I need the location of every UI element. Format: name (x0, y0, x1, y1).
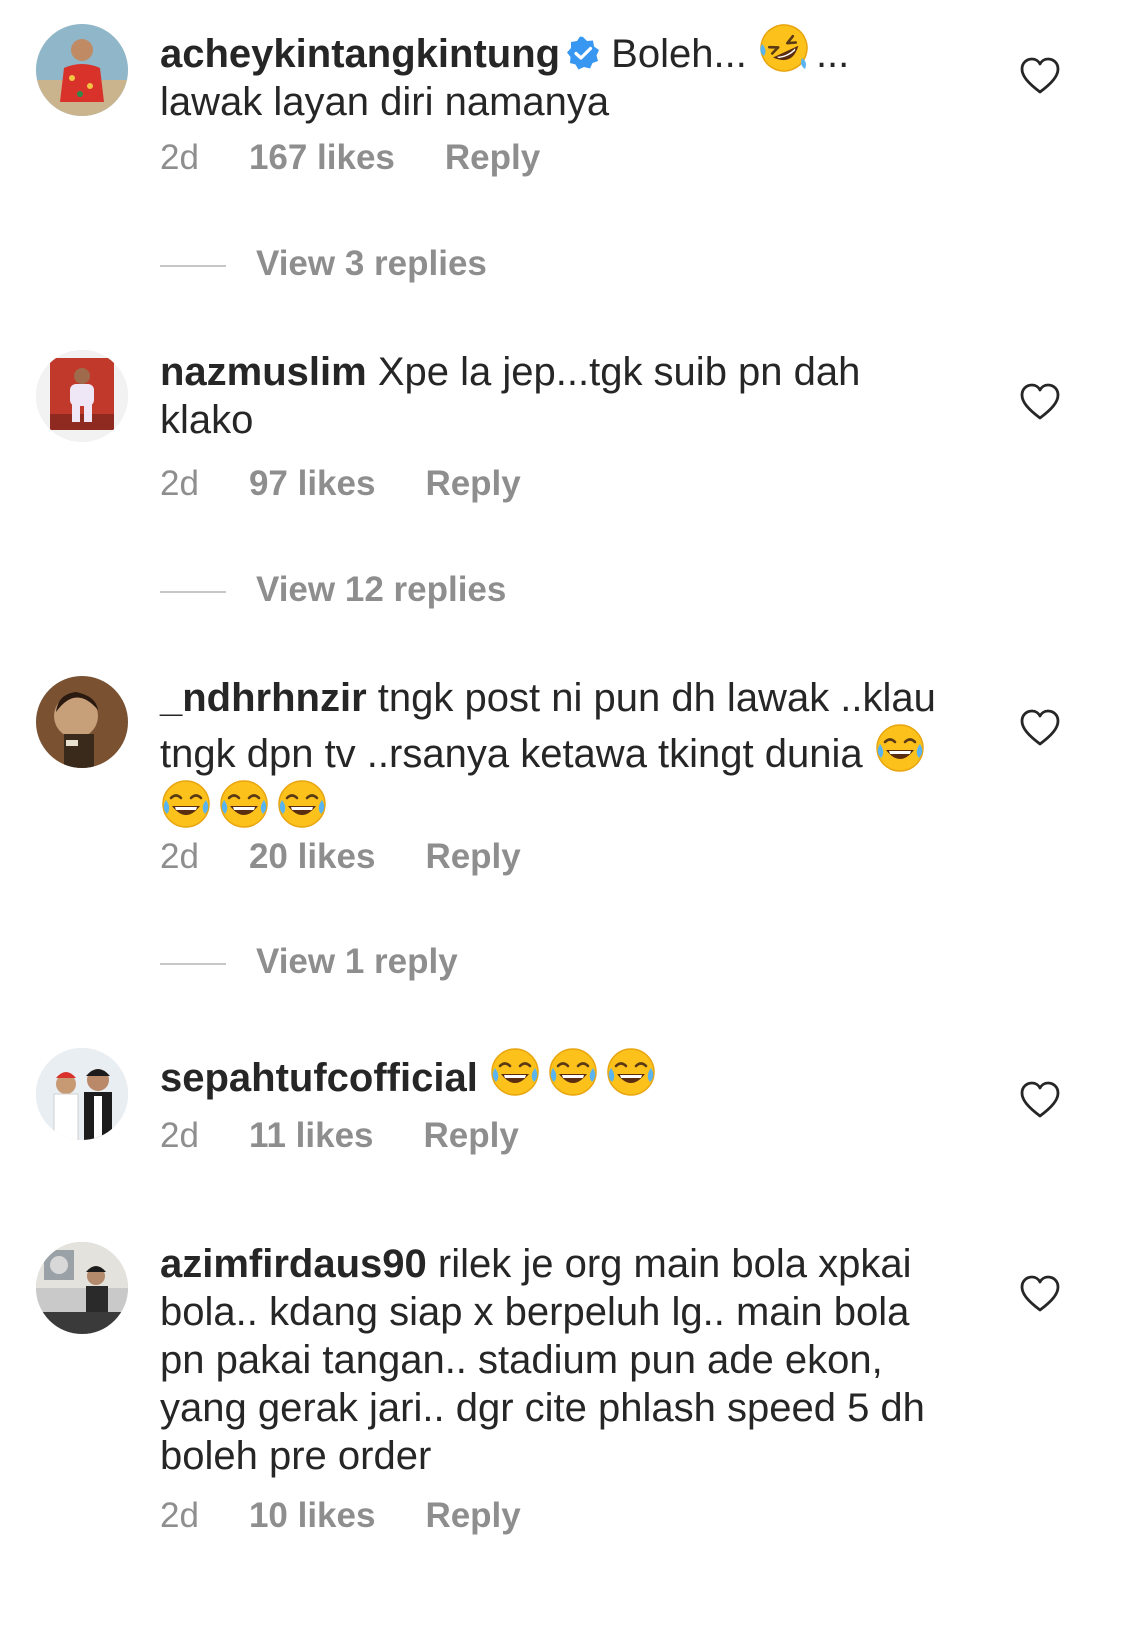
avatar[interactable] (36, 350, 128, 442)
likes-count[interactable]: 167 likes (249, 138, 395, 178)
comment-meta: 2d 20 likes Reply (160, 837, 521, 877)
comment-text: _ndhrhnzir tngk post ni pun dh lawak ..k… (160, 674, 960, 834)
username[interactable]: _ndhrhnzir (160, 676, 367, 720)
view-replies-label: View 1 reply (256, 942, 458, 981)
comment-text: azimfirdaus90 rilek je org main bola xpk… (160, 1240, 960, 1480)
avatar[interactable] (36, 676, 128, 768)
view-replies-button[interactable]: View 12 replies (160, 570, 506, 610)
comment-text: acheykintangkintung Boleh... ... lawak la… (160, 22, 960, 126)
likes-count[interactable]: 20 likes (249, 837, 376, 877)
face-with-tears-of-joy-icon (874, 722, 926, 774)
comment-text: sepahtufcofficial (160, 1046, 960, 1102)
reply-button[interactable]: Reply (445, 138, 540, 178)
likes-count[interactable]: 10 likes (249, 1496, 376, 1536)
username[interactable]: sepahtufcofficial (160, 1056, 478, 1100)
comment-time: 2d (160, 1116, 199, 1155)
like-heart-icon[interactable] (1020, 57, 1060, 95)
comment-body: Boleh... (600, 32, 758, 76)
comment-meta: 2d 11 likes Reply (160, 1116, 519, 1156)
face-with-tears-of-joy-icon (489, 1046, 541, 1098)
view-replies-label: View 12 replies (256, 570, 507, 609)
face-with-tears-of-joy-icon (605, 1046, 657, 1098)
reply-button[interactable]: Reply (425, 1496, 520, 1536)
avatar[interactable] (36, 1048, 128, 1140)
like-heart-icon[interactable] (1020, 383, 1060, 421)
divider-line (160, 264, 226, 267)
verified-badge-icon (566, 36, 600, 70)
divider-line (160, 962, 226, 965)
avatar[interactable] (36, 1242, 128, 1334)
comment-body-line2: lawak layan diri namanya (160, 80, 610, 124)
comment-body-suffix: ... (815, 32, 850, 76)
face-with-tears-of-joy-icon (160, 778, 212, 830)
comment-time: 2d (160, 837, 199, 876)
comment-time: 2d (160, 1496, 199, 1535)
username[interactable]: nazmuslim (160, 350, 367, 394)
username[interactable]: acheykintangkintung (160, 32, 560, 76)
comment-time: 2d (160, 138, 199, 177)
divider-line (160, 590, 226, 593)
comment-time: 2d (160, 464, 199, 503)
comment-meta: 2d 10 likes Reply (160, 1496, 521, 1536)
rolling-on-floor-laughing-icon (758, 22, 810, 74)
like-heart-icon[interactable] (1020, 1081, 1060, 1119)
comment-meta: 2d 97 likes Reply (160, 464, 521, 504)
face-with-tears-of-joy-icon (547, 1046, 599, 1098)
comment-meta: 2d 167 likes Reply (160, 138, 540, 178)
likes-count[interactable]: 11 likes (249, 1116, 374, 1156)
comment-text: nazmuslim Xpe la jep...tgk suib pn dah k… (160, 348, 960, 444)
reply-button[interactable]: Reply (424, 1116, 519, 1156)
face-with-tears-of-joy-icon (276, 778, 328, 830)
view-replies-button[interactable]: View 1 reply (160, 942, 458, 982)
reply-button[interactable]: Reply (425, 837, 520, 877)
likes-count[interactable]: 97 likes (249, 464, 376, 504)
view-replies-button[interactable]: View 3 replies (160, 244, 487, 284)
username[interactable]: azimfirdaus90 (160, 1242, 427, 1286)
reply-button[interactable]: Reply (425, 464, 520, 504)
like-heart-icon[interactable] (1020, 709, 1060, 747)
face-with-tears-of-joy-icon (218, 778, 270, 830)
like-heart-icon[interactable] (1020, 1275, 1060, 1313)
view-replies-label: View 3 replies (256, 244, 487, 283)
avatar[interactable] (36, 24, 128, 116)
